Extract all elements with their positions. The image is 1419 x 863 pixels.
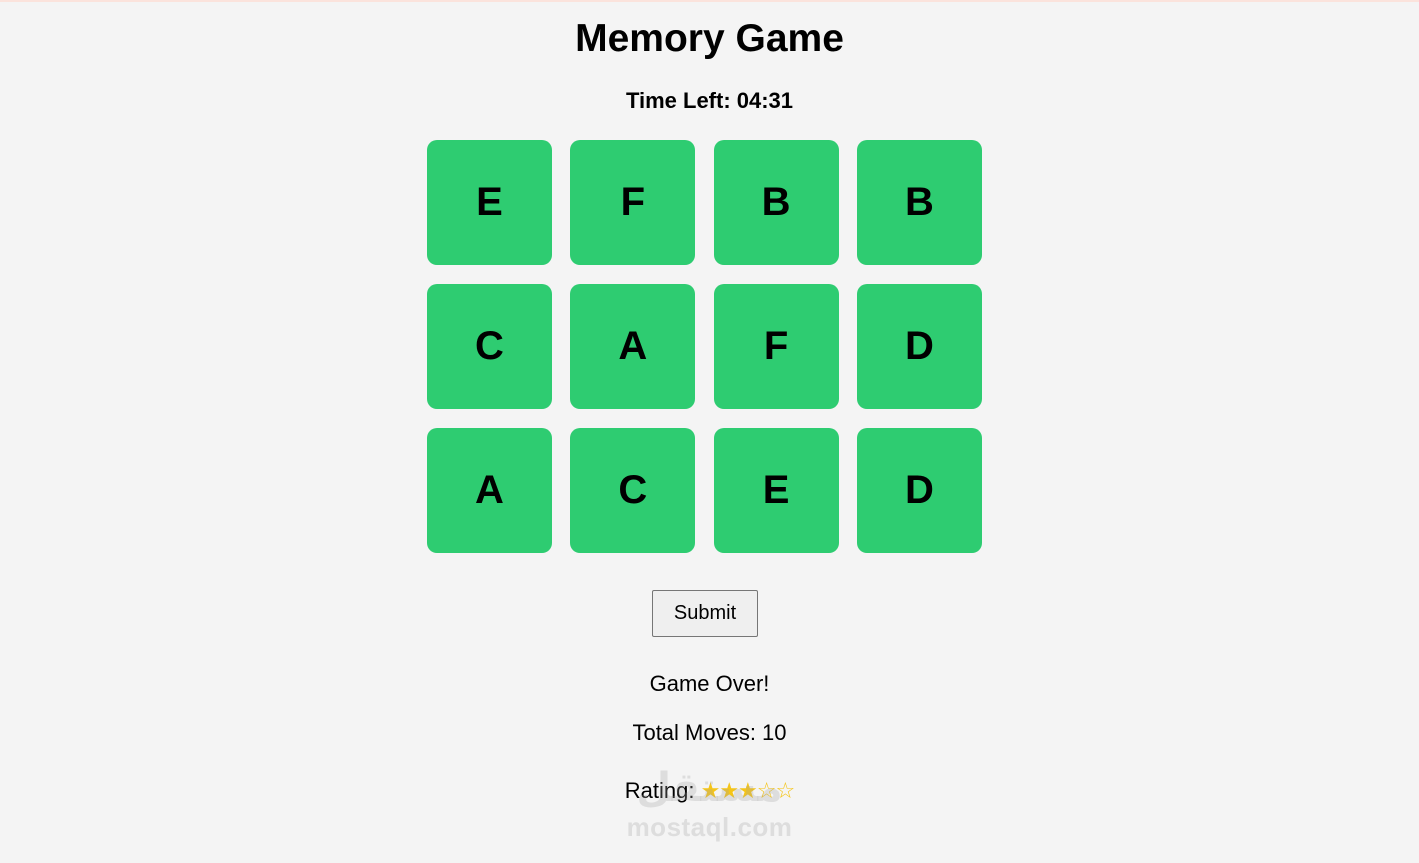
memory-card[interactable]: B bbox=[713, 140, 839, 265]
memory-card[interactable]: B bbox=[856, 140, 982, 265]
memory-card[interactable]: F bbox=[713, 284, 839, 409]
rating-label: Rating: bbox=[624, 778, 695, 803]
memory-card[interactable]: A bbox=[427, 428, 552, 553]
total-moves: Total Moves: 10 bbox=[632, 720, 787, 745]
memory-card[interactable]: C bbox=[427, 284, 552, 409]
game-over-message: Game Over! bbox=[649, 671, 770, 696]
memory-card[interactable]: E bbox=[713, 428, 839, 553]
card-grid: E F B B C A F D A C E D bbox=[427, 140, 983, 553]
memory-card[interactable]: C bbox=[570, 428, 696, 553]
submit-button[interactable]: Submit bbox=[652, 590, 758, 637]
watermark-latin: mostaql.com bbox=[626, 812, 793, 842]
memory-card[interactable]: A bbox=[570, 284, 696, 409]
rating-row: Rating: ★★★☆☆ bbox=[0, 778, 1419, 804]
memory-card[interactable]: D bbox=[856, 428, 982, 553]
memory-card[interactable]: F bbox=[570, 140, 696, 265]
memory-card[interactable]: E bbox=[427, 140, 552, 265]
timer-display: Time Left: 04:31 bbox=[625, 88, 794, 113]
page-title: Memory Game bbox=[575, 17, 844, 60]
rating-stars-icon: ★★★☆☆ bbox=[700, 778, 796, 803]
memory-card[interactable]: D bbox=[856, 284, 982, 409]
